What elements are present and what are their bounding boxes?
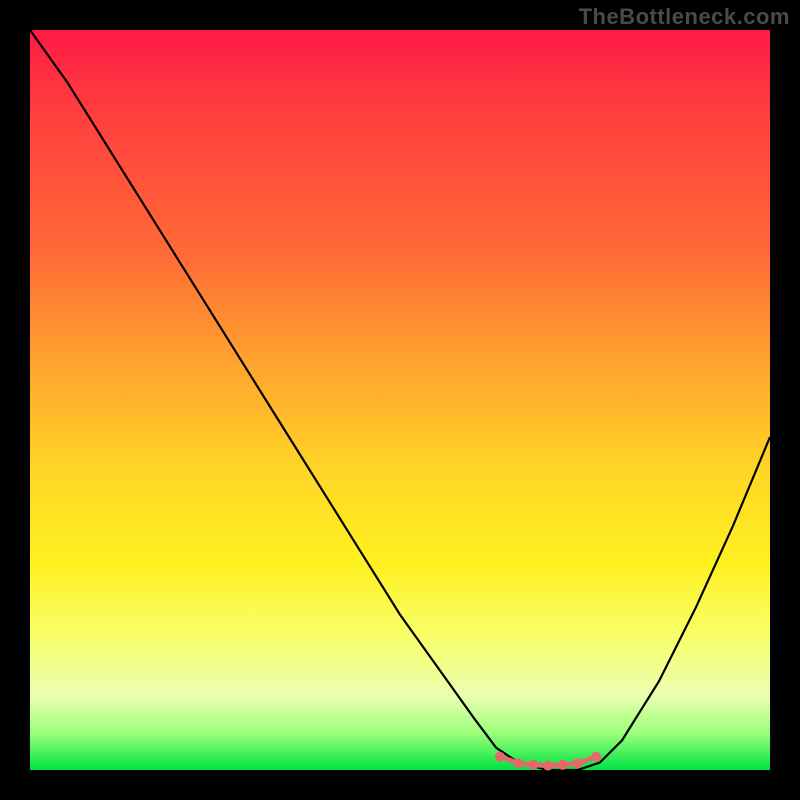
flat-zone-marker xyxy=(591,752,601,762)
curve-svg xyxy=(30,30,770,770)
flat-zone-marker xyxy=(495,752,505,762)
flat-zone-marker xyxy=(513,758,523,768)
watermark-text: TheBottleneck.com xyxy=(579,4,790,30)
chart-frame: TheBottleneck.com xyxy=(0,0,800,800)
flat-zone-marker xyxy=(558,760,568,770)
flat-zone-marker xyxy=(528,760,538,770)
flat-zone-marker xyxy=(573,758,583,768)
bottleneck-curve-line xyxy=(30,30,770,770)
flat-zone-marker xyxy=(543,761,553,771)
plot-area xyxy=(30,30,770,770)
